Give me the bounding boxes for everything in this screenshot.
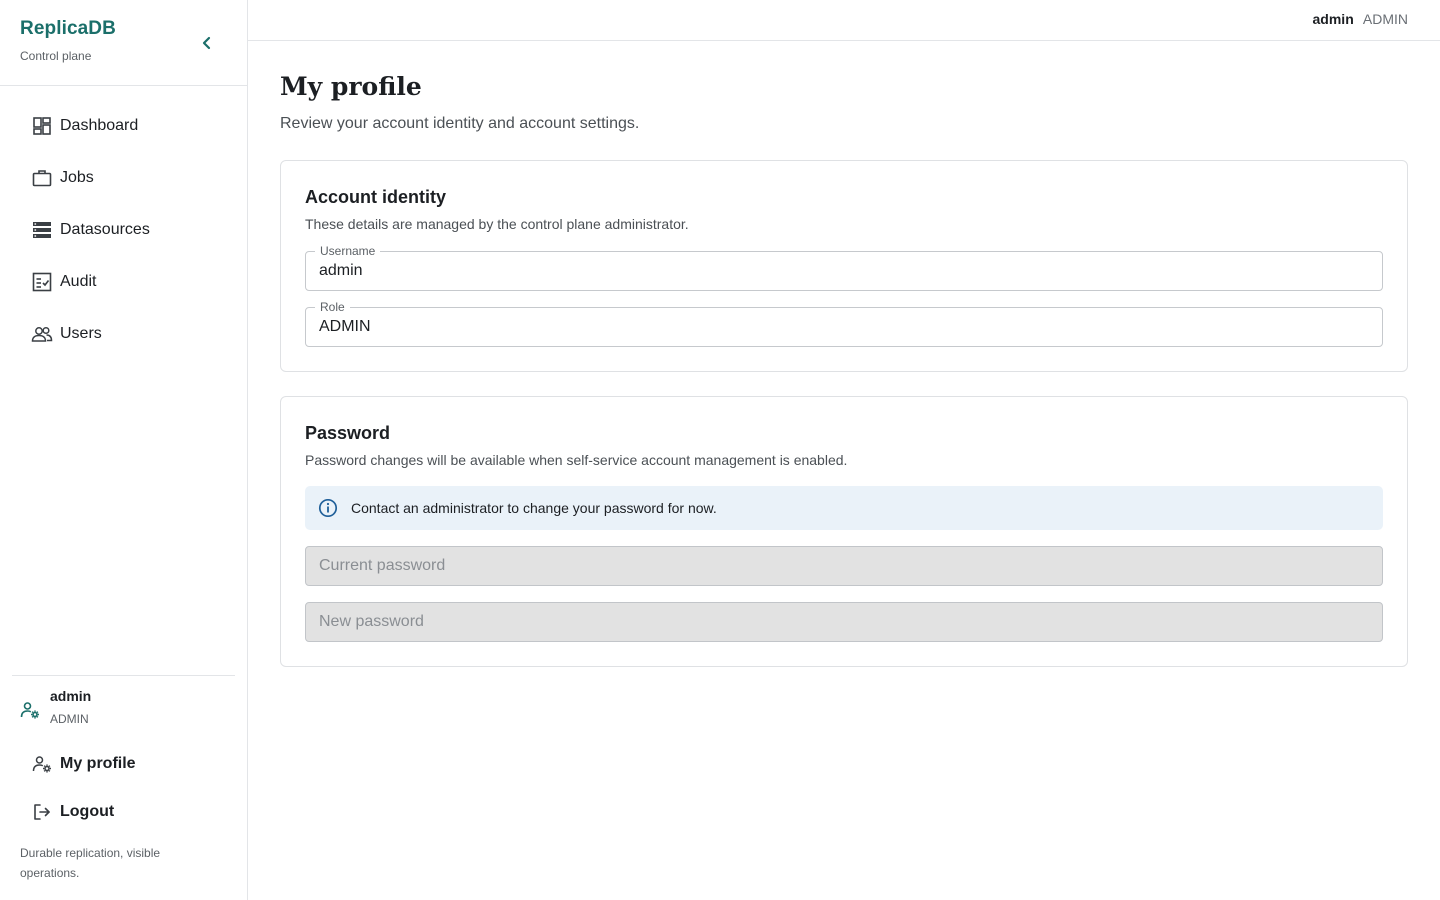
topbar-user: admin ADMIN xyxy=(1313,11,1408,27)
divider xyxy=(0,85,247,86)
main-content: My profile Review your account identity … xyxy=(280,72,1408,133)
sidebar-item-datasources[interactable]: Datasources xyxy=(0,204,247,256)
sidebar-item-label: Audit xyxy=(60,273,97,290)
collapse-sidebar-button[interactable] xyxy=(193,29,221,57)
page-title: My profile xyxy=(280,72,422,101)
info-alert: Contact an administrator to change your … xyxy=(305,486,1383,530)
user-settings-icon xyxy=(31,753,53,775)
chevron-left-icon xyxy=(202,36,211,50)
sidebar-item-users[interactable]: Users xyxy=(0,308,247,360)
role-field: Role ADMIN xyxy=(305,300,1383,347)
brand-subtitle: Control plane xyxy=(20,49,92,63)
sidebar: ReplicaDB Control plane Dashboard Jobs D… xyxy=(0,0,248,900)
account-identity-card: Account identity These details are manag… xyxy=(280,160,1408,372)
topbar-user-name: admin xyxy=(1312,11,1354,27)
sidebar-user-name: admin xyxy=(50,688,92,704)
card-description: Password changes will be available when … xyxy=(305,452,848,468)
username-label: Username xyxy=(315,244,381,258)
role-value: ADMIN xyxy=(319,318,371,335)
sidebar-item-label: Dashboard xyxy=(60,117,139,134)
current-password-input[interactable] xyxy=(305,546,1383,586)
users-icon xyxy=(31,323,53,345)
password-card: Password Password changes will be availa… xyxy=(280,396,1408,667)
info-icon xyxy=(318,498,338,518)
checklist-icon xyxy=(31,271,53,293)
my-profile-label: My profile xyxy=(60,755,136,772)
sidebar-nav: Dashboard Jobs Datasources Audit Users xyxy=(0,100,247,360)
info-alert-text: Contact an administrator to change your … xyxy=(351,500,717,516)
sidebar-user-info: admin ADMIN xyxy=(20,688,91,726)
card-title: Account identity xyxy=(305,187,447,207)
username-value: admin xyxy=(319,262,363,279)
page-subtitle: Review your account identity and account… xyxy=(280,115,640,132)
storage-icon xyxy=(31,219,53,241)
username-field: Username admin xyxy=(305,244,1383,291)
role-label: Role xyxy=(315,300,350,314)
new-password-input[interactable] xyxy=(305,602,1383,642)
logout-label: Logout xyxy=(60,803,115,820)
tagline: Durable replication, visible operations. xyxy=(20,846,161,880)
briefcase-icon xyxy=(31,167,53,189)
user-settings-icon xyxy=(20,700,40,720)
sidebar-item-dashboard[interactable]: Dashboard xyxy=(0,100,247,152)
sidebar-item-jobs[interactable]: Jobs xyxy=(0,152,247,204)
my-profile-link[interactable]: My profile xyxy=(31,749,136,779)
brand: ReplicaDB Control plane xyxy=(20,18,116,63)
card-title: Password xyxy=(305,423,391,443)
logout-icon xyxy=(31,801,53,823)
brand-title: ReplicaDB xyxy=(20,18,116,39)
card-description: These details are managed by the control… xyxy=(305,216,689,232)
divider xyxy=(12,675,235,676)
dashboard-icon xyxy=(31,115,53,137)
sidebar-user-role: ADMIN xyxy=(50,712,89,726)
top-bar: admin ADMIN xyxy=(248,0,1440,41)
sidebar-item-label: Users xyxy=(60,325,102,342)
topbar-user-role: ADMIN xyxy=(1362,11,1408,27)
sidebar-item-audit[interactable]: Audit xyxy=(0,256,247,308)
sidebar-item-label: Datasources xyxy=(60,221,150,238)
sidebar-item-label: Jobs xyxy=(60,169,94,186)
logout-link[interactable]: Logout xyxy=(31,797,114,827)
